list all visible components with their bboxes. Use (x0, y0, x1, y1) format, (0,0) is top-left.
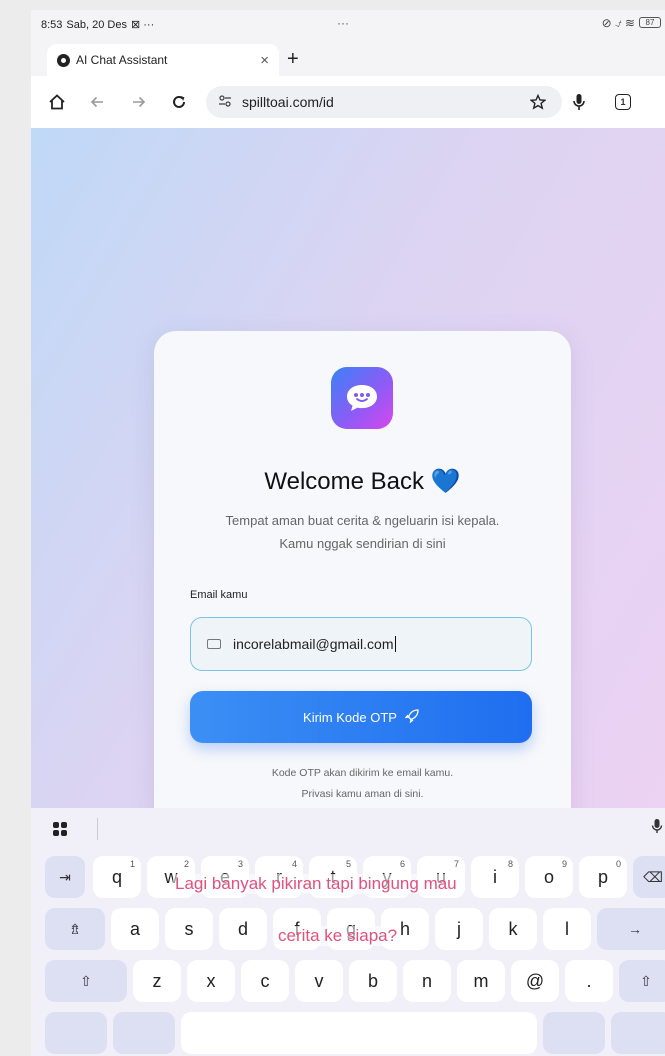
key-o[interactable]: o9 (525, 856, 573, 898)
browser-toolbar: spilltoai.com/id 1 (31, 76, 665, 128)
site-favicon-icon (57, 53, 70, 67)
subtitle-line-2: Kamu nggak sendirian di sini (279, 536, 446, 551)
caps-lock-key[interactable]: ⇯ (45, 908, 105, 950)
notification-icons: ⊠ ··· (130, 19, 155, 31)
caption-line-2: cerita ke siapa? (276, 926, 400, 946)
key-l[interactable]: l (543, 908, 591, 950)
keyboard-mic-icon[interactable] (651, 818, 663, 838)
voice-search-icon[interactable] (567, 90, 591, 114)
otp-note-line-1: Kode OTP akan dikirim ke email kamu. (271, 767, 454, 779)
symbols-key[interactable] (45, 1012, 107, 1054)
keyboard-row-4 (31, 1012, 665, 1056)
page-title: Welcome Back 💙 (264, 468, 461, 495)
email-value: incorelabmail@gmail.com (233, 636, 394, 652)
tablet-screen: 8:53 Sab, 20 Des ⊠ ··· ··· ⊘ ⍻ ≋ 87 AI C… (31, 10, 665, 1056)
caption-line-1: Lagi banyak pikiran tapi bingung mau (173, 874, 459, 894)
tab-switcher-button[interactable]: 1 (611, 90, 635, 114)
multitask-dots[interactable]: ··· (337, 16, 349, 30)
back-icon[interactable] (85, 90, 109, 114)
enter-key[interactable]: → (597, 908, 665, 950)
site-settings-icon[interactable] (218, 94, 232, 110)
status-date: Sab, 20 Des (66, 18, 127, 31)
chat-bubble-logo-icon (331, 367, 393, 429)
key-s[interactable]: s (165, 908, 213, 950)
tab-strip: AI Chat Assistant × + (31, 38, 665, 76)
left-shift-key[interactable]: ⇧ (45, 960, 127, 1002)
text-cursor (394, 636, 396, 652)
mail-icon (207, 639, 221, 649)
backspace-key[interactable]: ⌫ (633, 856, 665, 898)
close-tab-icon[interactable]: × (260, 52, 269, 69)
key-z[interactable]: z (133, 960, 181, 1002)
right-shift-key[interactable]: ⇧ (619, 960, 665, 1002)
web-page: Welcome Back 💙 Tempat aman buat cerita &… (31, 128, 665, 808)
status-bar: 8:53 Sab, 20 Des ⊠ ··· ··· ⊘ ⍻ ≋ 87 (31, 10, 665, 38)
key-c[interactable]: c (241, 960, 289, 1002)
key-p[interactable]: p0 (579, 856, 627, 898)
reload-icon[interactable] (167, 90, 191, 114)
key-m[interactable]: m (457, 960, 505, 1002)
subtitle-line-1: Tempat aman buat cerita & ngeluarin isi … (225, 513, 500, 528)
key-at[interactable]: @ (511, 960, 559, 1002)
forward-icon[interactable] (127, 90, 151, 114)
key-i[interactable]: i8 (471, 856, 519, 898)
key-q[interactable]: q1 (93, 856, 141, 898)
email-field[interactable]: incorelabmail@gmail.com (190, 617, 532, 671)
tab-title: AI Chat Assistant (76, 53, 168, 67)
privacy-note-line-2: Privasi kamu aman di sini. (301, 788, 424, 800)
key-x[interactable]: x (187, 960, 235, 1002)
key-a[interactable]: a (111, 908, 159, 950)
tab-key[interactable]: ⇥ (45, 856, 85, 898)
on-screen-keyboard: ⇥ q1 w2 e3 r4 t5 y6 u7 i8 o9 p0 ⌫ ⇯ a s … (31, 808, 665, 1056)
key-j[interactable]: j (435, 908, 483, 950)
key-k[interactable]: k (489, 908, 537, 950)
key-b[interactable]: b (349, 960, 397, 1002)
battery-icon: 87 (639, 17, 661, 28)
key-v[interactable]: v (295, 960, 343, 1002)
apps-grid-icon[interactable] (53, 822, 67, 836)
rocket-icon (404, 708, 419, 726)
hide-keyboard-key[interactable] (611, 1012, 665, 1054)
new-tab-button[interactable]: + (287, 48, 299, 71)
keyboard-row-3: ⇧ z x c v b n m @ . ⇧ (31, 960, 665, 1006)
globe-key[interactable] (543, 1012, 605, 1054)
tab-count: 1 (615, 94, 631, 110)
home-icon[interactable] (45, 90, 69, 114)
url-text: spilltoai.com/id (242, 94, 334, 110)
address-bar[interactable]: spilltoai.com/id (206, 86, 562, 118)
key-d[interactable]: d (219, 908, 267, 950)
status-icons: ⊘ ⍻ ≋ (601, 16, 635, 30)
login-card: Welcome Back 💙 Tempat aman buat cerita &… (154, 331, 571, 808)
key-period[interactable]: . (565, 960, 613, 1002)
keyboard-toolbar (31, 808, 665, 850)
send-otp-button[interactable]: Kirim Kode OTP (190, 691, 532, 743)
send-otp-label: Kirim Kode OTP (303, 709, 397, 725)
space-bar[interactable] (181, 1012, 537, 1054)
browser-tab[interactable]: AI Chat Assistant × (47, 44, 279, 76)
divider (97, 818, 98, 840)
status-time: 8:53 (41, 18, 63, 31)
email-label: Email kamu (190, 589, 248, 601)
emoji-key[interactable] (113, 1012, 175, 1054)
key-n[interactable]: n (403, 960, 451, 1002)
bookmark-star-icon[interactable] (526, 90, 550, 114)
